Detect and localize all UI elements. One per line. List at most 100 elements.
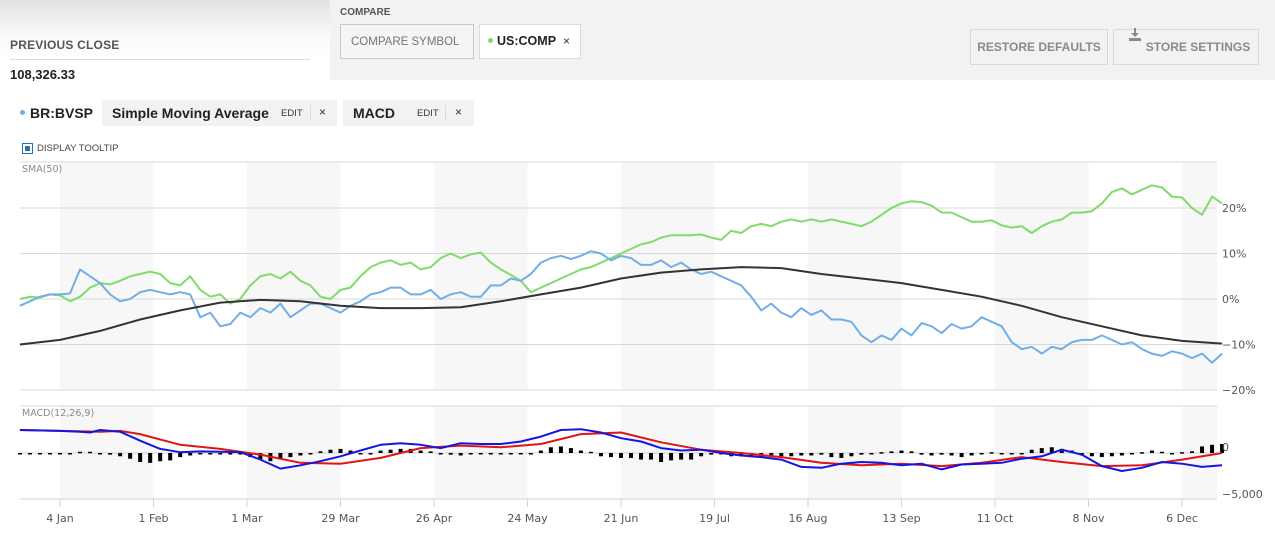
x-tick-label: 19 Jul: [699, 512, 730, 525]
histogram-bar: [228, 453, 233, 455]
x-tick-label: 26 Apr: [416, 512, 453, 525]
histogram-bar: [448, 453, 453, 455]
histogram-bar: [438, 453, 443, 455]
x-axis: 4 Jan 1 Feb 1 Mar 29 Mar 26 Apr 24 May 21 Jun 1…: [46, 499, 1198, 525]
histogram-bar: [478, 453, 483, 455]
histogram-bar: [188, 453, 193, 456]
histogram-bar: [889, 451, 894, 453]
y-tick-label: 10%: [1222, 248, 1246, 261]
histogram-bar: [308, 453, 313, 455]
date-band: [995, 162, 1089, 390]
date-band: [808, 162, 902, 390]
histogram-bar: [218, 453, 223, 455]
histogram-bar: [298, 453, 303, 456]
histogram-bar: [669, 453, 674, 461]
histogram-bar: [288, 453, 293, 458]
histogram-bar: [358, 453, 363, 455]
histogram-bar: [1159, 451, 1164, 454]
histogram-bar: [649, 453, 654, 460]
histogram-bar: [47, 453, 52, 455]
histogram-bar: [1129, 453, 1134, 455]
histogram-bar: [498, 453, 503, 455]
histogram-bar: [699, 453, 704, 457]
histogram-bar: [17, 453, 22, 455]
histogram-bar: [709, 453, 714, 455]
histogram-bar: [1200, 446, 1205, 453]
histogram-bar: [518, 453, 523, 455]
histogram-bar: [969, 453, 974, 456]
histogram-bar: [1139, 452, 1144, 454]
y-tick-label: 0%: [1222, 293, 1239, 306]
histogram-bar: [1169, 453, 1174, 455]
histogram-bar: [789, 453, 794, 457]
histogram-bar: [1029, 449, 1034, 453]
histogram-bar: [1149, 450, 1154, 453]
histogram-bar: [418, 450, 423, 453]
histogram-bar: [869, 453, 874, 455]
histogram-bar: [689, 453, 694, 460]
histogram-bar: [128, 453, 133, 459]
histogram-bar: [37, 453, 42, 455]
histogram-bar: [148, 453, 153, 463]
histogram-bar: [378, 450, 383, 453]
histogram-bar: [839, 453, 844, 458]
main-panel-title: SMA(50): [22, 164, 62, 175]
histogram-bar: [1039, 448, 1044, 453]
histogram-bar: [899, 450, 904, 453]
histogram-bar: [458, 453, 463, 456]
histogram-bar: [629, 453, 634, 458]
y-tick-label: −10%: [1222, 339, 1256, 352]
date-band: [60, 162, 154, 390]
y-axis-labels: 20% 10% 0% −10% −20% 0 −5,000: [1222, 202, 1263, 501]
histogram-bar: [558, 446, 563, 453]
histogram-bar: [538, 450, 543, 453]
histogram-bar: [979, 453, 984, 455]
x-tick-label: 1 Mar: [231, 512, 263, 525]
x-tick-label: 11 Oct: [977, 512, 1014, 525]
histogram-bar: [338, 448, 343, 453]
histogram-bar: [1210, 444, 1215, 453]
histogram-bar: [508, 453, 513, 455]
histogram-bar: [939, 453, 944, 455]
histogram-bar: [58, 453, 62, 455]
histogram-bar: [98, 453, 103, 455]
histogram-bar: [568, 448, 573, 453]
histogram-bar: [1009, 453, 1014, 455]
histogram-bar: [779, 453, 784, 457]
macd-panel-title: MACD(12,26,9): [22, 408, 94, 419]
x-tick-label: 6 Dec: [1166, 512, 1198, 525]
histogram-bar: [859, 453, 864, 455]
histogram-bar: [27, 453, 32, 455]
histogram-bar: [909, 451, 914, 453]
histogram-bar: [819, 453, 824, 455]
histogram-bar: [88, 451, 93, 454]
histogram-bar: [78, 451, 83, 454]
histogram-bar: [879, 452, 884, 454]
histogram-bar: [1089, 453, 1094, 457]
histogram-bar: [999, 453, 1004, 455]
histogram-bar: [598, 453, 603, 457]
histogram-bar: [1099, 453, 1104, 458]
histogram-bar: [588, 451, 593, 454]
histogram-bar: [639, 453, 644, 460]
histogram-bar: [208, 453, 213, 455]
x-tick-label: 1 Feb: [139, 512, 169, 525]
histogram-bar: [528, 453, 533, 455]
histogram-bar: [548, 447, 553, 453]
histogram-bar: [619, 453, 623, 458]
histogram-bar: [929, 453, 934, 456]
histogram-bar: [829, 453, 834, 458]
histogram-bar: [799, 453, 804, 456]
histogram-bar: [809, 453, 814, 456]
x-tick-label: 8 Nov: [1073, 512, 1105, 525]
histogram-bar: [488, 453, 493, 455]
histogram-bar: [849, 453, 854, 457]
x-tick-label: 16 Aug: [789, 512, 828, 525]
histogram-bar: [428, 451, 433, 453]
histogram-bar: [679, 453, 684, 460]
y-tick-label: −20%: [1222, 384, 1256, 397]
histogram-bar: [138, 453, 143, 463]
x-tick-label: 24 May: [507, 512, 548, 525]
histogram-bar: [68, 453, 73, 455]
y-tick-label: 20%: [1222, 202, 1246, 215]
